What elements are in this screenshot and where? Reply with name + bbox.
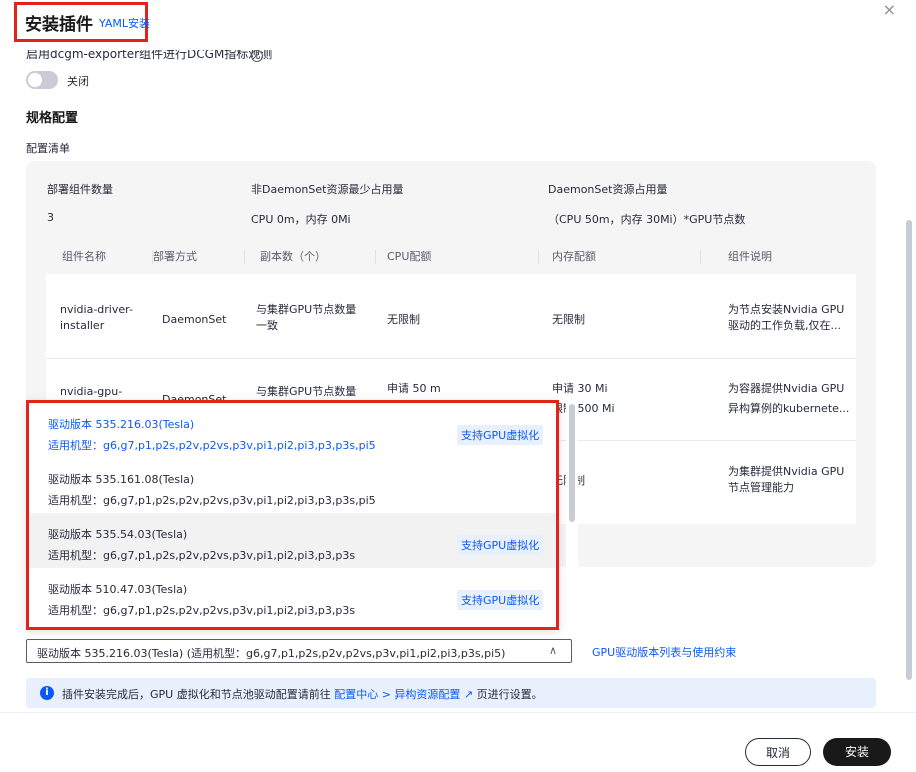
cell-desc: 为节点安装Nvidia GPU 驱动的工作负载,仅在... bbox=[728, 303, 845, 332]
summary-label-count: 部署组件数量 bbox=[47, 183, 113, 196]
config-center-link[interactable]: 配置中心 > 异构资源配置 bbox=[334, 688, 460, 701]
info-icon: i bbox=[40, 686, 54, 700]
info-banner: i 插件安装完成后，GPU 虚拟化和节点池驱动配置请前往 配置中心 > 异构资源… bbox=[26, 678, 876, 708]
option-models: 适用机型：g6,g7,p1,p2s,p2v,p2vs,p3v,pi1,pi2,p… bbox=[48, 439, 376, 452]
dcgm-toggle[interactable] bbox=[26, 71, 58, 89]
gpu-virtualization-tag: 支持GPU虚拟化 bbox=[457, 425, 544, 445]
gpu-virtualization-tag: 支持GPU虚拟化 bbox=[457, 590, 544, 610]
chevron-up-icon: ∧ bbox=[548, 644, 557, 657]
driver-dropdown-menu: 驱动版本 535.216.03(Tesla) 适用机型：g6,g7,p1,p2s… bbox=[26, 400, 559, 630]
option-version: 驱动版本 535.216.03(Tesla) bbox=[48, 418, 195, 431]
info-text: 插件安装完成后，GPU 虚拟化和节点池驱动配置请前往 配置中心 > 异构资源配置… bbox=[62, 688, 543, 701]
cell-cpu: 申请 50 m bbox=[387, 382, 441, 395]
summary-label-daemon: DaemonSet资源占用量 bbox=[548, 183, 668, 196]
option-version: 驱动版本 535.54.03(Tesla) bbox=[48, 528, 188, 541]
driver-option[interactable]: 驱动版本 535.161.08(Tesla) 适用机型：g6,g7,p1,p2s… bbox=[29, 458, 556, 513]
summary-value-daemon: （CPU 50m，内存 30Mi）*GPU节点数 bbox=[548, 213, 746, 226]
cell-mem: 申请 30 Mi 限制 500 Mi bbox=[552, 382, 615, 415]
toggle-knob bbox=[28, 73, 42, 87]
gpu-driver-list-link[interactable]: GPU驱动版本列表与使用约束 bbox=[592, 644, 736, 660]
page-scrollbar[interactable] bbox=[906, 220, 912, 680]
cell-replicas: 与集群GPU节点数量 一致 bbox=[256, 303, 357, 332]
driver-option[interactable]: 驱动版本 535.54.03(Tesla) 适用机型：g6,g7,p1,p2s,… bbox=[29, 513, 556, 568]
cell-desc: 为容器提供Nvidia GPU 异构算例的kubernete... bbox=[728, 382, 850, 415]
option-version: 驱动版本 510.47.03(Tesla) bbox=[48, 583, 188, 596]
dcgm-label: 启用dcgm-exporter组件进行DCGM指标观测 bbox=[26, 50, 273, 61]
spec-heading: 规格配置 bbox=[26, 111, 79, 126]
column-header: 部署方式 bbox=[152, 240, 244, 274]
driver-option[interactable]: 驱动版本 510.47.03(Tesla) 适用机型：g6,g7,p1,p2s,… bbox=[29, 568, 556, 623]
cell-name: nvidia-gpu- bbox=[60, 385, 123, 398]
select-value: 驱动版本 535.216.03(Tesla) (适用机型：g6,g7,p1,p2… bbox=[37, 647, 506, 660]
help-icon[interactable]: ? bbox=[251, 50, 263, 62]
page-title: 安装插件 bbox=[25, 15, 93, 35]
column-header: 组件说明 bbox=[700, 240, 856, 274]
cell-cpu: 无限制 bbox=[387, 313, 420, 326]
summary-label-nondaemon: 非DaemonSet资源最少占用量 bbox=[251, 183, 404, 196]
option-version: 驱动版本 535.161.08(Tesla) bbox=[48, 473, 195, 486]
config-list-heading: 配置清单 bbox=[26, 142, 70, 155]
option-models: 适用机型：g6,g7,p1,p2s,p2v,p2vs,p3v,pi1,pi2,p… bbox=[48, 604, 356, 617]
footer-divider bbox=[0, 712, 916, 713]
close-icon[interactable]: × bbox=[883, 0, 896, 19]
option-models: 适用机型：g6,g7,p1,p2s,p2v,p2vs,p3v,pi1,pi2,p… bbox=[48, 494, 376, 507]
summary-value-count: 3 bbox=[47, 211, 54, 224]
option-models: 适用机型：g6,g7,p1,p2s,p2v,p2vs,p3v,pi1,pi2,p… bbox=[48, 549, 356, 562]
column-header: 内存配额 bbox=[538, 240, 700, 274]
external-link-icon[interactable]: ↗ bbox=[464, 688, 473, 701]
column-header: 组件名称 bbox=[46, 240, 168, 274]
summary-value-nondaemon: CPU 0m，内存 0Mi bbox=[251, 213, 351, 226]
driver-version-select[interactable]: 驱动版本 535.216.03(Tesla) (适用机型：g6,g7,p1,p2… bbox=[26, 639, 572, 663]
cell-mem: 无限制 bbox=[552, 313, 585, 326]
cell-replicas: 与集群GPU节点数量 bbox=[256, 385, 357, 398]
cancel-button[interactable]: 取消 bbox=[745, 738, 811, 766]
gpu-virtualization-tag: 支持GPU虚拟化 bbox=[457, 535, 544, 555]
driver-option[interactable]: 驱动版本 535.216.03(Tesla) 适用机型：g6,g7,p1,p2s… bbox=[29, 403, 556, 458]
cell-desc: 为集群提供Nvidia GPU 节点管理能力 bbox=[728, 465, 845, 494]
cell-mode: DaemonSet bbox=[162, 313, 227, 326]
column-header: CPU配额 bbox=[375, 240, 538, 274]
cell-name: nvidia-driver-installer bbox=[60, 303, 133, 332]
install-button[interactable]: 安装 bbox=[823, 738, 891, 766]
row-divider bbox=[46, 358, 856, 359]
dropdown-scrollbar[interactable] bbox=[566, 400, 578, 570]
toggle-label: 关闭 bbox=[67, 75, 89, 88]
scrollbar-thumb[interactable] bbox=[569, 404, 575, 522]
yaml-install-link[interactable]: YAML安装 bbox=[99, 15, 150, 31]
column-header: 副本数（个） bbox=[244, 240, 375, 274]
